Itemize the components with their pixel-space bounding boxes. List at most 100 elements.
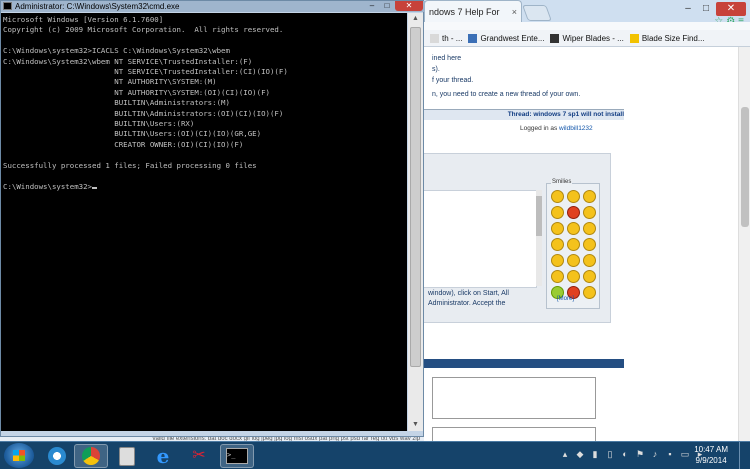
logged-in-prefix: Logged in as [520, 125, 558, 132]
scroll-thumb[interactable] [410, 27, 421, 367]
smiley-icon[interactable] [567, 190, 580, 203]
taskbar-snipping-tool[interactable]: ✂ [182, 444, 216, 468]
smilies-label: Smilies [551, 179, 573, 185]
close-button[interactable]: ✕ [395, 1, 423, 11]
page-icon [468, 33, 478, 43]
battery-icon[interactable]: ▯ [605, 449, 615, 459]
forum-page: ined here s). f your thread. n, you need… [424, 47, 738, 441]
notification-icon[interactable]: ▴ [560, 449, 570, 459]
smiley-icon[interactable] [567, 206, 580, 219]
console-line: Successfully processed 1 files; Failed p… [3, 160, 257, 170]
page-icon [629, 33, 639, 43]
smiley-icon[interactable] [551, 270, 564, 283]
console-line: NT AUTHORITY\SYSTEM:(OI)(CI)(IO)(F) [3, 87, 270, 97]
notice-line: s). [432, 66, 440, 73]
flag-icon[interactable]: ⚑ [635, 449, 645, 459]
notice-line: f your thread. [432, 77, 474, 84]
bookmark-label: Wiper Blades - ... [562, 33, 624, 43]
more-smilies-link[interactable]: [More] [557, 296, 574, 302]
taskbar-ccleaner[interactable] [40, 444, 74, 468]
cmd-window-controls: – □ ✕ [365, 1, 423, 11]
console-line: BUILTIN\Administrators:(OI)(CI)(IO)(F) [3, 108, 284, 118]
smiley-icon[interactable] [583, 222, 596, 235]
bookmark-item[interactable]: Wiper Blades - ... [550, 33, 624, 43]
cmd-scrollbar[interactable]: ▲ ▼ [408, 13, 423, 431]
smiley-icon[interactable] [567, 238, 580, 251]
console-line: NT SERVICE\TrustedInstaller:(CI)(IO)(F) [3, 67, 288, 77]
page-icon [550, 33, 560, 43]
taskbar-cmd[interactable]: >_ [220, 444, 254, 468]
power-icon[interactable]: ▪ [665, 449, 675, 459]
logged-in-status: Logged in as wildbill1232 [520, 125, 593, 132]
console-line: C:\Windows\System32\wbem NT SERVICE\Trus… [3, 56, 253, 66]
network-icon[interactable]: ▮ [590, 449, 600, 459]
speaker-icon[interactable]: ♪ [650, 449, 660, 459]
snipping-tool-icon: ✂ [192, 447, 206, 464]
smiley-icon[interactable] [551, 190, 564, 203]
cmd-title: Administrator: C:\Windows\System32\cmd.e… [15, 2, 180, 11]
taskbar-internet-explorer[interactable]: e [146, 444, 180, 468]
notice-line: ined here [432, 55, 462, 62]
bookmark-item[interactable]: Grandwest Ente... [468, 33, 545, 43]
console-output[interactable]: Microsoft Windows [Version 6.1.7600] Cop… [1, 13, 407, 431]
cmd-icon [3, 2, 12, 10]
browser-tab[interactable]: ndows 7 Help For × [424, 0, 522, 22]
console-line: BUILTIN\Users:(RX) [3, 119, 195, 129]
ie-icon: e [156, 444, 170, 468]
minimize-button[interactable]: – [680, 2, 696, 16]
smiley-icon[interactable] [567, 270, 580, 283]
bookmark-item[interactable]: Blade Size Find... [629, 33, 705, 43]
options-box [432, 377, 596, 419]
forum-notice: ined here s). f your thread. [424, 53, 632, 86]
volume-icon[interactable]: ◐ [620, 449, 630, 459]
smiley-icon[interactable] [583, 286, 596, 299]
smiley-icon[interactable] [583, 238, 596, 251]
cmd-icon: >_ [226, 448, 248, 464]
thread-title[interactable]: Thread: windows 7 sp1 will not install [424, 109, 624, 120]
display-icon[interactable]: ▭ [680, 449, 690, 459]
smiley-icon[interactable] [551, 254, 564, 267]
tab-close-icon[interactable]: × [512, 1, 517, 22]
close-button[interactable]: ✕ [716, 2, 746, 16]
smiley-icon[interactable] [567, 222, 580, 235]
maximize-button[interactable]: □ [380, 1, 394, 11]
calculator-icon [119, 446, 135, 466]
username-link[interactable]: wildbill1232 [559, 125, 593, 132]
section-header-bar [424, 359, 624, 368]
show-desktop-button[interactable] [739, 442, 750, 469]
page-icon [430, 33, 439, 43]
taskbar-calculator[interactable] [110, 444, 144, 468]
smilies-panel: Smilies [More] [546, 179, 600, 309]
smiley-icon[interactable] [551, 238, 564, 251]
console-line: C:\Windows\system32> [3, 181, 92, 191]
smiley-icon[interactable] [551, 222, 564, 235]
reply-textarea[interactable] [424, 190, 537, 288]
cmd-titlebar[interactable]: Administrator: C:\Windows\System32\cmd.e… [1, 1, 425, 12]
cmd-window: Administrator: C:\Windows\System32\cmd.e… [0, 0, 425, 437]
bookmark-item[interactable]: th - ... [430, 33, 462, 43]
console-line: Microsoft Windows [Version 6.1.7600] [3, 15, 164, 24]
scroll-down-icon[interactable]: ▼ [408, 419, 423, 431]
clock-date: 9/9/2014 [695, 456, 727, 465]
minimize-button[interactable]: – [365, 1, 379, 11]
shield-icon[interactable]: ◆ [575, 449, 585, 459]
maximize-button[interactable]: □ [698, 2, 714, 16]
clock[interactable]: 10:47 AM 9/9/2014 [694, 444, 728, 466]
system-tray: ▴ ◆ ▮ ▯ ◐ ⚑ ♪ ▪ ▭ ▸ [560, 449, 705, 459]
smiley-icon[interactable] [583, 190, 596, 203]
smiley-icon[interactable] [567, 254, 580, 267]
page-scrollbar[interactable] [738, 47, 750, 441]
console-text: Microsoft Windows [Version 6.1.7600] Cop… [1, 13, 407, 192]
instructions-text: window), click on Start, All Administrat… [428, 289, 509, 309]
smiley-icon[interactable] [583, 270, 596, 283]
smiley-icon[interactable] [551, 206, 564, 219]
smiley-icon[interactable] [583, 254, 596, 267]
bookmark-label: Grandwest Ente... [480, 33, 545, 43]
scroll-up-icon[interactable]: ▲ [408, 13, 423, 25]
taskbar-chrome[interactable] [74, 444, 108, 468]
console-line: CREATOR OWNER:(OI)(CI)(IO)(F) [3, 139, 244, 149]
editor-scrollbar[interactable] [536, 190, 542, 286]
browser-tab-title: ndows 7 Help For [429, 7, 500, 17]
start-button[interactable] [4, 443, 34, 468]
smiley-icon[interactable] [583, 206, 596, 219]
